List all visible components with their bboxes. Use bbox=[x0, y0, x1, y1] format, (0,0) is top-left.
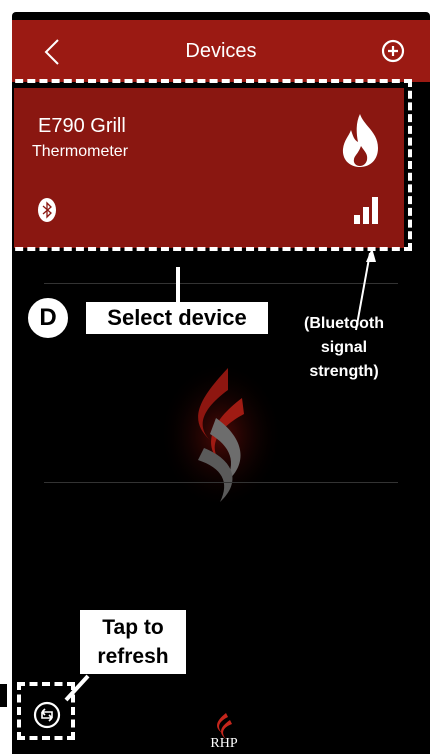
page-title: Devices bbox=[185, 40, 257, 62]
bluetooth-note-line: strength) bbox=[309, 363, 379, 380]
refresh-label-line: Tap to bbox=[102, 616, 164, 639]
list-divider bbox=[44, 283, 398, 284]
refresh-label-line: refresh bbox=[97, 645, 169, 668]
header-bar: Devices bbox=[12, 20, 430, 82]
brand-watermark-icon bbox=[159, 361, 283, 509]
add-device-button[interactable] bbox=[380, 38, 406, 64]
plus-circle-icon bbox=[381, 39, 405, 63]
flame-icon bbox=[342, 114, 378, 167]
footer-logo: RHP bbox=[200, 712, 248, 754]
step-badge: D bbox=[26, 296, 70, 340]
refresh-icon bbox=[33, 701, 61, 729]
signal-strength-icon bbox=[354, 197, 378, 224]
edge-marker bbox=[0, 684, 7, 707]
bluetooth-icon bbox=[38, 198, 56, 222]
bluetooth-note-line: signal bbox=[320, 339, 368, 356]
logo-text: RHP bbox=[210, 736, 238, 751]
bluetooth-signal-note: (Bluetooth signal strength) bbox=[274, 312, 414, 384]
select-device-label: Select device bbox=[86, 302, 268, 334]
bluetooth-note-line: (Bluetooth bbox=[304, 315, 384, 332]
device-type: Thermometer bbox=[32, 143, 129, 160]
refresh-button[interactable] bbox=[26, 694, 68, 736]
list-divider bbox=[44, 482, 398, 483]
tap-to-refresh-label: Tap to refresh bbox=[80, 610, 186, 674]
device-card[interactable]: E790 Grill Thermometer bbox=[14, 88, 404, 248]
device-name: E790 Grill bbox=[38, 115, 126, 137]
